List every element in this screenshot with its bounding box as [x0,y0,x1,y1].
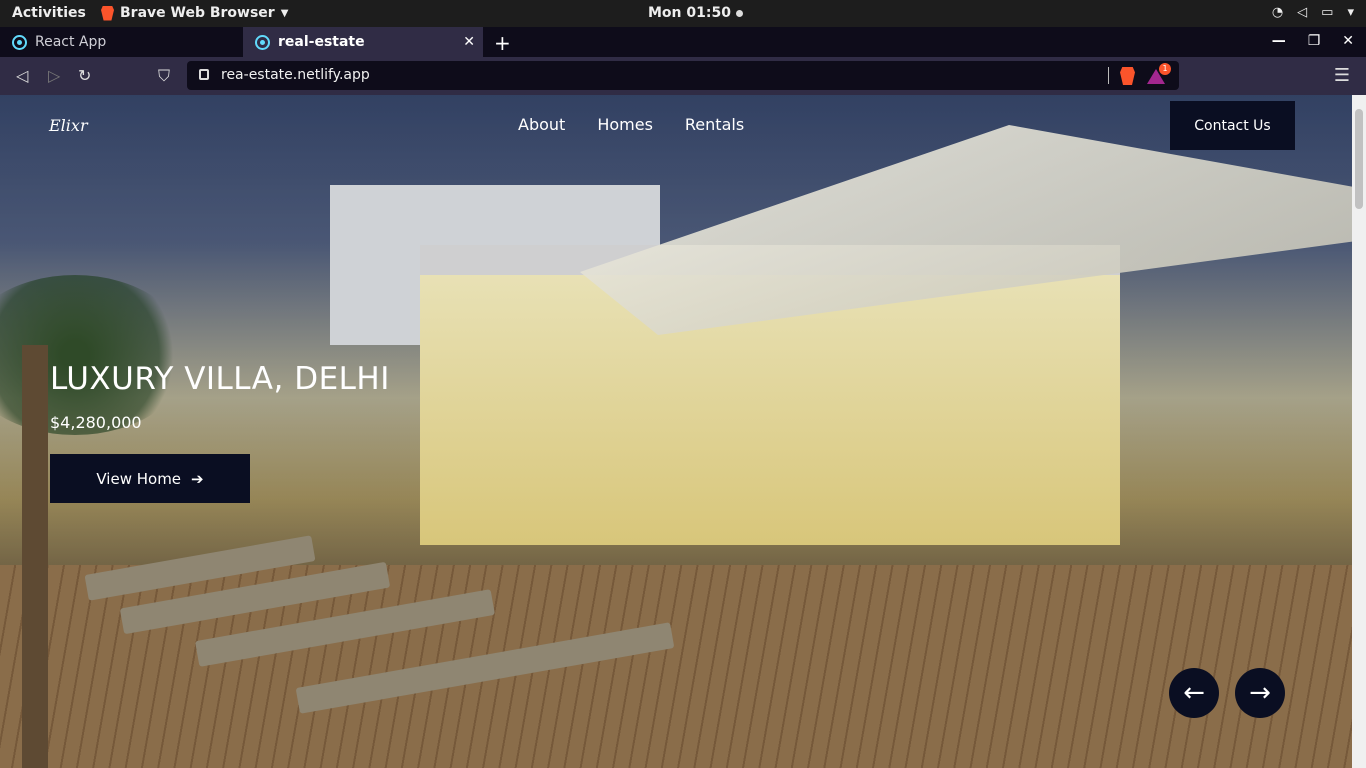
wifi-icon: ◔ [1271,5,1284,20]
site-nav: About Homes Rentals [518,115,744,134]
url-text: rea-estate.netlify.app [221,67,370,83]
react-icon [255,34,270,50]
contact-us-button[interactable]: Contact Us [1170,101,1295,150]
volume-muted-icon: ◁ [1297,5,1308,20]
scrollbar-thumb[interactable] [1355,109,1363,209]
hero-price: $4,280,000 [50,413,142,432]
notification-dot-icon [735,9,743,17]
hero-section: Elixr About Homes Rentals Contact Us LUX… [0,95,1352,768]
maximize-icon[interactable]: ❐ [1308,33,1321,49]
tab-real-estate[interactable]: real-estate ✕ [243,27,483,57]
clock[interactable]: Mon 01:50 [648,5,743,21]
page-scrollbar[interactable] [1352,95,1366,768]
back-icon[interactable]: ◁ [16,66,28,85]
hero-image-palm-trunk [22,345,48,768]
address-bar[interactable]: rea-estate.netlify.app 1 [187,61,1179,90]
arrow-right-icon: → [1249,678,1271,708]
browser-toolbar: ◁ ▷ ↻ ⛉ rea-estate.netlify.app 1 ☰ [0,57,1366,95]
minimize-icon[interactable]: — [1272,33,1286,49]
close-window-icon[interactable]: ✕ [1342,33,1354,49]
bookmark-icon[interactable]: ⛉ [158,66,170,86]
clock-label: Mon 01:50 [648,5,731,21]
nav-link-rentals[interactable]: Rentals [685,115,744,134]
window-controls: — ❐ ✕ [1272,33,1354,49]
app-menu-label: Brave Web Browser [120,5,275,21]
brave-shields-icon[interactable] [1120,67,1135,85]
battery-icon: ▭ [1321,5,1334,20]
hero-title: LUXURY VILLA, DELHI [50,361,390,397]
tab-label: React App [35,34,107,50]
system-tray[interactable]: ◔ ◁ ▭ ▾ [1272,5,1354,20]
app-menu[interactable]: Brave Web Browser ▼ [101,5,288,21]
lock-icon [199,69,209,80]
slider-next-button[interactable]: → [1235,668,1285,718]
arrow-left-icon: ← [1183,678,1205,708]
new-tab-button[interactable]: + [494,31,511,55]
rewards-badge: 1 [1159,63,1171,75]
tab-label: real-estate [278,34,365,50]
tab-react-app[interactable]: React App [0,27,242,57]
forward-icon[interactable]: ▷ [48,66,60,85]
react-icon [12,34,27,50]
arrow-right-icon: ➔ [191,469,204,488]
activities-button[interactable]: Activities [12,5,86,21]
tab-strip: React App real-estate ✕ + — ❐ ✕ [0,27,1366,57]
close-tab-icon[interactable]: ✕ [463,34,475,50]
slider-prev-button[interactable]: ← [1169,668,1219,718]
view-home-button[interactable]: View Home ➔ [50,454,250,503]
reload-icon[interactable]: ↻ [78,66,91,85]
brave-lion-icon [101,5,114,21]
hamburger-menu-icon[interactable]: ☰ [1334,65,1350,86]
caret-down-icon: ▾ [1347,5,1354,20]
system-top-bar: Activities Brave Web Browser ▼ Mon 01:50… [0,0,1366,27]
view-home-label: View Home [96,469,182,488]
site-logo[interactable]: Elixr [49,116,88,135]
nav-link-homes[interactable]: Homes [597,115,653,134]
nav-link-about[interactable]: About [518,115,565,134]
divider [1108,67,1109,84]
caret-down-icon: ▼ [280,7,289,19]
